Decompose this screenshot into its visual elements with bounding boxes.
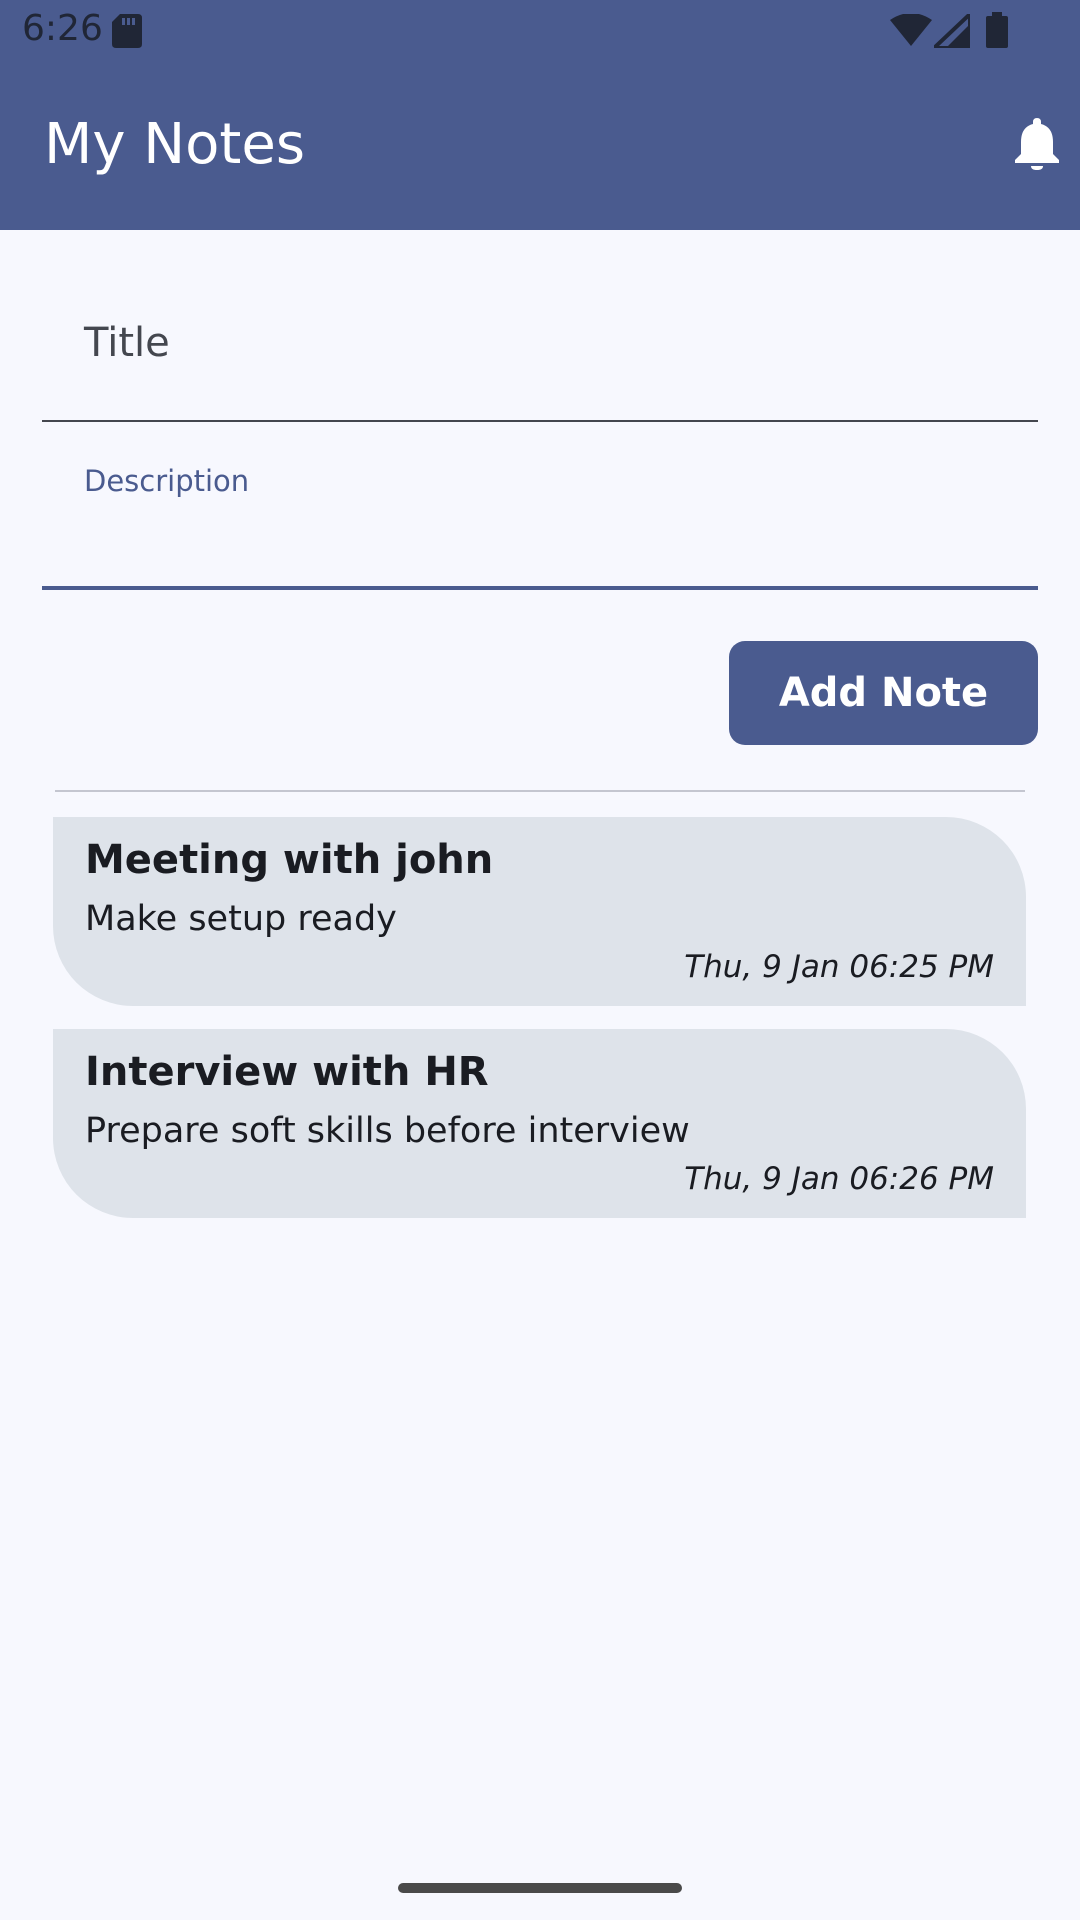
note-title: Meeting with john <box>85 837 494 883</box>
divider <box>55 790 1025 792</box>
app-bar: My Notes <box>0 62 1080 230</box>
home-indicator[interactable] <box>398 1883 682 1893</box>
title-placeholder: Title <box>84 320 170 366</box>
note-card[interactable]: Interview with HR Prepare soft skills be… <box>53 1029 1026 1218</box>
description-label: Description <box>84 464 250 498</box>
add-note-button[interactable]: Add Note <box>729 641 1038 745</box>
sd-card-icon <box>112 14 142 52</box>
status-time: 6:26 <box>22 8 103 49</box>
page-title: My Notes <box>44 112 305 177</box>
bell-icon[interactable] <box>1014 116 1060 174</box>
note-description: Prepare soft skills before interview <box>85 1111 690 1151</box>
note-card[interactable]: Meeting with john Make setup ready Thu, … <box>53 817 1026 1006</box>
wifi-icon <box>890 13 932 50</box>
note-timestamp: Thu, 9 Jan 06:25 PM <box>684 949 994 985</box>
battery-icon <box>986 12 1008 52</box>
note-title: Interview with HR <box>85 1049 489 1095</box>
title-input[interactable]: Title <box>42 290 1038 422</box>
note-timestamp: Thu, 9 Jan 06:26 PM <box>684 1161 994 1197</box>
status-bar: 6:26 <box>0 0 1080 62</box>
description-input[interactable]: Description <box>42 440 1038 590</box>
signal-icon <box>928 9 972 52</box>
note-description: Make setup ready <box>85 899 397 939</box>
